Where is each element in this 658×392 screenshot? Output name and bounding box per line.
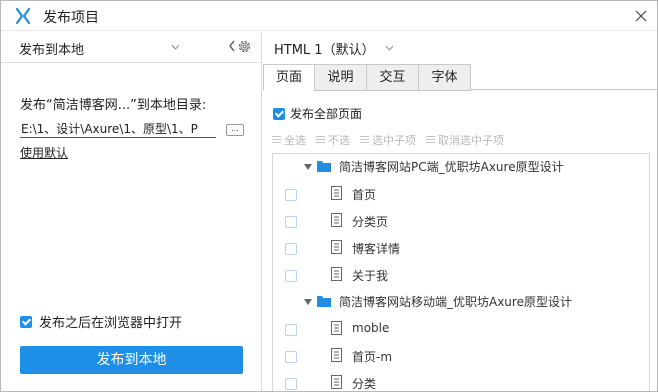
tree-page-label: 分类 bbox=[352, 377, 377, 391]
page-checkbox[interactable] bbox=[285, 189, 297, 201]
folder-icon bbox=[317, 296, 331, 307]
select-all-button[interactable]: 全选 bbox=[272, 132, 306, 148]
tree-page-label: 分类页 bbox=[352, 215, 389, 229]
gear-icon[interactable] bbox=[236, 38, 253, 55]
page-checkbox[interactable] bbox=[285, 351, 297, 363]
tab-bar: 页面 说明 交互 字体 bbox=[263, 64, 658, 91]
publish-all-pages-option[interactable]: 发布全部页面 bbox=[273, 105, 362, 121]
browse-button[interactable]: ... bbox=[226, 124, 244, 136]
chevron-down-icon[interactable] bbox=[171, 44, 180, 50]
tab-notes[interactable]: 说明 bbox=[314, 64, 367, 91]
page-icon bbox=[331, 321, 342, 335]
tree-folder[interactable]: 简洁博客网站PC端_优职坊Axure原型设计 bbox=[273, 154, 649, 181]
page-icon bbox=[331, 213, 342, 227]
publish-local-button[interactable]: 发布到本地 bbox=[20, 346, 243, 374]
tree-page-label: 关于我 bbox=[352, 269, 389, 283]
tree-page[interactable]: 首页 bbox=[273, 181, 649, 208]
tree-page-label: moble bbox=[352, 321, 390, 335]
page-icon bbox=[331, 267, 342, 281]
tree-page-label: 首页-m bbox=[352, 350, 393, 364]
select-children-label: 选中子项 bbox=[372, 134, 416, 147]
use-default-link[interactable]: 使用默认 bbox=[20, 144, 68, 161]
html-config-label: HTML 1（默认） bbox=[274, 43, 375, 58]
publish-target-label: 发布到本地 bbox=[19, 43, 85, 58]
page-checkbox[interactable] bbox=[285, 243, 297, 255]
page-checkbox[interactable] bbox=[285, 378, 297, 390]
publish-all-pages-checkbox[interactable] bbox=[273, 107, 285, 120]
publish-dialog: 发布项目 发布到本地 发布“简洁博客网...”到本地目录: ... 使用默认 发 bbox=[0, 0, 658, 392]
left-panel: 发布到本地 发布“简洁博客网...”到本地目录: ... 使用默认 发布之后在浏… bbox=[1, 32, 262, 391]
page-icon bbox=[331, 348, 342, 362]
list-icon bbox=[360, 136, 369, 144]
title-bar: 发布项目 bbox=[1, 1, 657, 31]
list-icon bbox=[316, 136, 325, 144]
window-title: 发布项目 bbox=[43, 10, 99, 26]
tab-interactions[interactable]: 交互 bbox=[366, 64, 419, 91]
expand-triangle-icon[interactable] bbox=[304, 299, 312, 305]
tab-pages[interactable]: 页面 bbox=[263, 64, 315, 91]
tree-page-label: 首页 bbox=[352, 188, 377, 202]
tree-page[interactable]: 分类 bbox=[273, 370, 649, 391]
app-logo-icon bbox=[15, 7, 31, 25]
page-checkbox[interactable] bbox=[285, 324, 297, 336]
close-icon[interactable] bbox=[631, 6, 651, 26]
expand-triangle-icon[interactable] bbox=[304, 164, 312, 170]
open-in-browser-label: 发布之后在浏览器中打开 bbox=[39, 316, 183, 331]
tab-fonts[interactable]: 字体 bbox=[418, 64, 471, 91]
tree-page[interactable]: moble bbox=[273, 316, 649, 343]
deselect-children-button[interactable]: 取消选中子项 bbox=[426, 132, 504, 148]
directory-path-input[interactable] bbox=[20, 120, 216, 138]
publish-target-selector[interactable]: 发布到本地 bbox=[1, 32, 261, 63]
tree-folder-label: 简洁博客网站移动端_优职坊Axure原型设计 bbox=[339, 295, 572, 309]
page-icon bbox=[331, 375, 342, 389]
html-config-selector[interactable]: HTML 1（默认） bbox=[263, 32, 658, 62]
tree-folder[interactable]: 简洁博客网站移动端_优职坊Axure原型设计 bbox=[273, 289, 649, 316]
page-checkbox[interactable] bbox=[285, 216, 297, 228]
open-in-browser-option[interactable]: 发布之后在浏览器中打开 bbox=[20, 312, 183, 331]
tree-page[interactable]: 首页-m bbox=[273, 343, 649, 370]
select-none-button[interactable]: 不选 bbox=[316, 132, 350, 148]
publish-all-pages-label: 发布全部页面 bbox=[290, 107, 363, 121]
tree-page[interactable]: 博客详情 bbox=[273, 235, 649, 262]
publish-directory-label: 发布“简洁博客网...”到本地目录: bbox=[20, 98, 207, 113]
select-none-label: 不选 bbox=[328, 134, 350, 147]
select-all-label: 全选 bbox=[284, 134, 306, 147]
page-checkbox[interactable] bbox=[285, 270, 297, 282]
tree-page-label: 博客详情 bbox=[352, 242, 401, 256]
list-icon bbox=[426, 136, 435, 144]
page-icon bbox=[331, 186, 342, 200]
select-children-button[interactable]: 选中子项 bbox=[360, 132, 416, 148]
list-icon bbox=[272, 136, 281, 144]
open-in-browser-checkbox[interactable] bbox=[20, 315, 32, 328]
tree-page[interactable]: 分类页 bbox=[273, 208, 649, 235]
selection-toolbar: 全选 不选 选中子项 取消选中子项 bbox=[272, 132, 514, 148]
page-tree: 简洁博客网站PC端_优职坊Axure原型设计 首页 分类页 博客详情 关于我 简… bbox=[272, 153, 650, 391]
folder-icon bbox=[317, 161, 331, 172]
right-panel: HTML 1（默认） 页面 说明 交互 字体 发布全部页面 全选 不选 选中子项 取消… bbox=[263, 32, 658, 391]
tree-page[interactable]: 关于我 bbox=[273, 262, 649, 289]
deselect-children-label: 取消选中子项 bbox=[438, 134, 504, 147]
page-icon bbox=[331, 240, 342, 254]
chevron-down-icon[interactable] bbox=[385, 45, 394, 51]
tree-folder-label: 简洁博客网站PC端_优职坊Axure原型设计 bbox=[339, 160, 564, 174]
